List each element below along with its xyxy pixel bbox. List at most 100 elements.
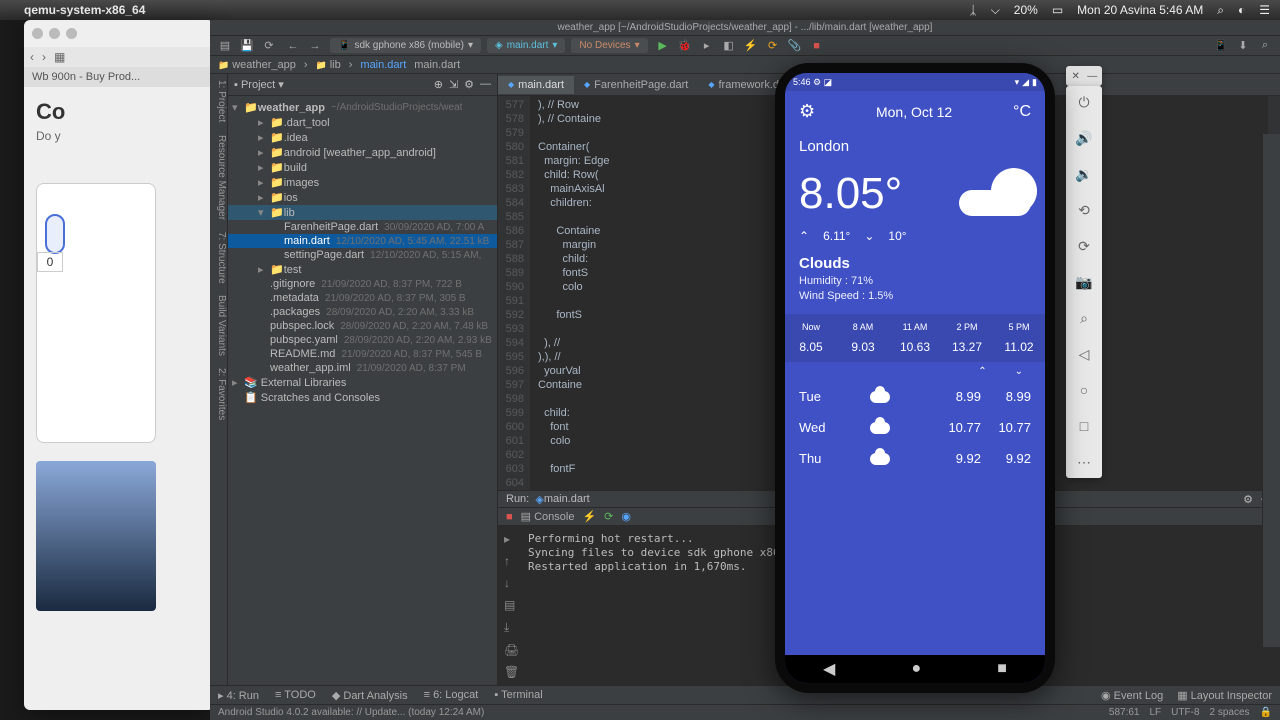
menu-icon[interactable]: ☰ <box>1259 3 1270 17</box>
tree-item[interactable]: settingPage.dart12/10/2020 AD, 5:15 AM, <box>228 248 497 262</box>
tree-item[interactable]: ▸📁 images <box>228 175 497 190</box>
gear-icon[interactable]: ⚙ <box>464 78 474 91</box>
todo-btab[interactable]: ≡ TODO <box>275 689 316 701</box>
sdk-icon[interactable]: ⬇ <box>1234 37 1252 55</box>
settings-icon[interactable]: ⚙ <box>799 101 815 122</box>
structure-tool[interactable]: 7: Structure <box>210 232 227 284</box>
browser-tab[interactable]: Wb 900n - Buy Prod... <box>32 71 140 83</box>
tab-main[interactable]: main.dart <box>498 76 574 94</box>
status-msg[interactable]: Android Studio 4.0.2 available: // Updat… <box>218 707 484 718</box>
tree-item[interactable]: main.dart12/10/2020 AD, 5:45 AM, 22.51 k… <box>228 234 497 248</box>
slider-thumb[interactable] <box>45 214 65 254</box>
back-icon[interactable]: ← <box>284 37 302 55</box>
unit-toggle[interactable]: °C <box>1013 103 1031 121</box>
tree-item[interactable]: ▸📁 test <box>228 262 497 277</box>
tree-item[interactable]: pubspec.lock28/09/2020 AD, 2:20 AM, 7.48… <box>228 319 497 333</box>
breadcrumb-item[interactable]: weather_app <box>218 59 296 71</box>
console-tab[interactable]: ▤ Console <box>521 510 575 523</box>
indent[interactable]: 2 spaces <box>1210 707 1250 718</box>
favorites-tool[interactable]: 2: Favorites <box>210 368 227 420</box>
flash-icon[interactable]: ⚡ <box>742 37 760 55</box>
tab-farenheit[interactable]: FarenheitPage.dart <box>574 76 698 94</box>
emu-min-icon[interactable]: — <box>1086 69 1100 83</box>
run-settings-icon[interactable]: ⚙ <box>1243 493 1253 506</box>
emu-voldown-icon[interactable]: 🔉 <box>1074 164 1094 184</box>
tree-item[interactable]: ▸📁 .dart_tool <box>228 115 497 130</box>
no-devices[interactable]: No Devices ▾ <box>571 38 647 53</box>
tree-item[interactable]: .packages28/09/2020 AD, 2:20 AM, 3.33 kB <box>228 305 497 319</box>
devtools-icon[interactable]: ◉ <box>621 510 631 523</box>
run-btab[interactable]: ▸ 4: Run <box>218 689 259 702</box>
search-icon[interactable]: ⌕ <box>1256 37 1274 55</box>
fwd-icon[interactable]: › <box>42 50 46 64</box>
print-icon[interactable]: 🖨 <box>504 643 516 657</box>
project-tool[interactable]: 1: Project <box>210 80 227 122</box>
wrap-icon[interactable]: ▤ <box>504 598 516 612</box>
rerun-icon[interactable]: ▸ <box>504 532 516 546</box>
emu-back-icon[interactable]: ◁ <box>1074 344 1094 364</box>
device-selector[interactable]: 📱 sdk gphone x86 (mobile) ▾ <box>330 38 481 53</box>
emu-zoom-icon[interactable]: ⌕ <box>1074 308 1094 328</box>
trash-icon[interactable]: 🗑 <box>504 665 516 679</box>
terminal-btab[interactable]: ▪ Terminal <box>494 689 542 701</box>
tree-item[interactable]: pubspec.yaml28/09/2020 AD, 2:20 AM, 2.93… <box>228 333 497 347</box>
tree-item[interactable]: ▸📁 .idea <box>228 130 497 145</box>
project-dropdown[interactable]: ▪ Project ▾ <box>234 78 284 91</box>
nav-home-icon[interactable]: ● <box>911 660 921 678</box>
tree-item[interactable]: .gitignore21/09/2020 AD, 8:37 PM, 722 B <box>228 277 497 291</box>
breadcrumb-item[interactable]: lib <box>316 59 341 71</box>
coverage-icon[interactable]: ▸ <box>698 37 716 55</box>
sidebar-icon[interactable]: ▦ <box>54 50 65 64</box>
target-icon[interactable]: ⊕ <box>434 78 443 91</box>
tree-item[interactable]: ▾📁 lib <box>228 205 497 220</box>
profile-icon[interactable]: ◧ <box>720 37 738 55</box>
emu-rotate-right-icon[interactable]: ⟳ <box>1074 236 1094 256</box>
dart-btab[interactable]: ◆ Dart Analysis <box>332 689 408 702</box>
hot-reload-icon[interactable]: ⟳ <box>764 37 782 55</box>
daily-forecast[interactable]: Tue8.998.99Wed10.7710.77Thu9.929.92 <box>785 381 1045 474</box>
breadcrumb-item[interactable]: main.dart <box>360 59 406 71</box>
encoding[interactable]: UTF-8 <box>1171 707 1199 718</box>
resource-tool[interactable]: Resource Manager <box>210 135 227 220</box>
run-stop-icon[interactable]: ■ <box>506 511 513 523</box>
save-icon[interactable]: 💾 <box>238 37 256 55</box>
emu-more-icon[interactable]: ⋯ <box>1074 452 1094 472</box>
sync-icon[interactable]: ⟳ <box>260 37 278 55</box>
file-tree[interactable]: ▾📁 weather_app ~/AndroidStudioProjects/w… <box>228 96 497 685</box>
run-tab[interactable]: main.dart <box>544 493 590 505</box>
fwd-icon[interactable]: → <box>306 37 324 55</box>
emu-overview-icon[interactable]: □ <box>1074 416 1094 436</box>
emu-volup-icon[interactable]: 🔊 <box>1074 128 1094 148</box>
avd-icon[interactable]: 📱 <box>1212 37 1230 55</box>
run-icon[interactable]: ▶ <box>654 37 672 55</box>
nav-overview-icon[interactable]: ■ <box>997 660 1007 678</box>
run-config-selector[interactable]: ◈ main.dart ▾ <box>487 38 565 53</box>
user-icon[interactable]: ◐ <box>1238 3 1245 17</box>
emu-rotate-left-icon[interactable]: ⟲ <box>1074 200 1094 220</box>
emu-close-icon[interactable]: ✕ <box>1069 69 1083 83</box>
console-output[interactable]: Performing hot restart... Syncing files … <box>522 526 806 685</box>
tree-item[interactable]: FarenheitPage.dart30/09/2020 AD, 7:00 A <box>228 220 497 234</box>
lock-icon[interactable]: 🔒 <box>1260 707 1272 718</box>
scroll-icon[interactable]: ⤓ <box>504 620 516 635</box>
line-sep[interactable]: LF <box>1150 707 1162 718</box>
spotlight-icon[interactable]: ⌕ <box>1217 3 1224 18</box>
layout-btab[interactable]: ▦ Layout Inspector <box>1177 689 1272 702</box>
down-icon[interactable]: ↓ <box>504 576 516 590</box>
collapse-icon[interactable]: ⇲ <box>449 78 458 91</box>
up-icon[interactable]: ↑ <box>504 554 516 568</box>
debug-icon[interactable]: 🐞 <box>676 37 694 55</box>
slider-control[interactable]: 0 <box>36 183 156 443</box>
bluetooth-icon[interactable]: ᛣ <box>969 3 976 17</box>
flash-icon[interactable]: ⚡ <box>582 510 596 523</box>
tree-item[interactable]: README.md21/09/2020 AD, 8:37 PM, 545 B <box>228 347 497 361</box>
nav-back-icon[interactable]: ◀ <box>823 659 835 679</box>
hourly-forecast[interactable]: Now8.058 AM9.0311 AM10.632 PM13.275 PM11… <box>785 314 1045 362</box>
stop-icon[interactable]: ■ <box>808 37 826 55</box>
tree-item[interactable]: weather_app.iml21/09/2020 AD, 8:37 PM <box>228 361 497 375</box>
tree-item[interactable]: ▸📁 android [weather_app_android] <box>228 145 497 160</box>
tree-item[interactable]: ▸📁 build <box>228 160 497 175</box>
emu-camera-icon[interactable]: 📷 <box>1074 272 1094 292</box>
tree-item[interactable]: ▸📁 ios <box>228 190 497 205</box>
hide-icon[interactable]: — <box>480 78 491 91</box>
